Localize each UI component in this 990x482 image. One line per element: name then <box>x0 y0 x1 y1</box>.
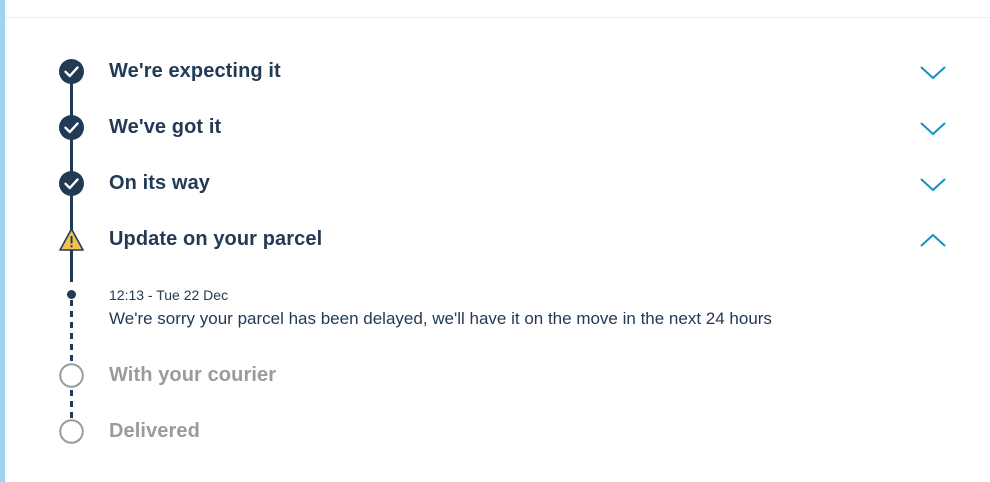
check-circle-icon <box>59 115 84 140</box>
empty-circle-icon <box>59 419 84 444</box>
chevron-down-icon[interactable] <box>918 174 948 194</box>
chevron-up-icon[interactable] <box>918 230 948 250</box>
warning-triangle-icon <box>59 228 84 251</box>
parcel-tracking-page: We're expecting it We've got it On its w… <box>0 0 990 482</box>
step-label: We're expecting it <box>109 60 281 82</box>
update-message: We're sorry your parcel has been delayed… <box>109 309 772 328</box>
step-expecting[interactable]: We're expecting it <box>0 50 990 90</box>
step-label: We've got it <box>109 116 222 138</box>
chevron-down-icon[interactable] <box>918 118 948 138</box>
check-circle-icon <box>59 171 84 196</box>
step-label: On its way <box>109 172 211 194</box>
tracking-timeline: We're expecting it We've got it On its w… <box>0 0 990 482</box>
step-got-it[interactable]: We've got it <box>0 106 990 146</box>
step-label: Update on your parcel <box>109 228 323 250</box>
step-label: Delivered <box>109 420 200 442</box>
update-dot <box>67 290 76 299</box>
step-with-courier: With your courier <box>0 354 990 394</box>
step-label: With your courier <box>109 364 277 386</box>
empty-circle-icon <box>59 363 84 388</box>
update-timestamp: 12:13 - Tue 22 Dec <box>109 287 229 303</box>
step-on-its-way[interactable]: On its way <box>0 162 990 202</box>
check-circle-icon <box>59 59 84 84</box>
step-delivered: Delivered <box>0 410 990 450</box>
step-update[interactable]: Update on your parcel <box>0 218 990 258</box>
chevron-down-icon[interactable] <box>918 62 948 82</box>
